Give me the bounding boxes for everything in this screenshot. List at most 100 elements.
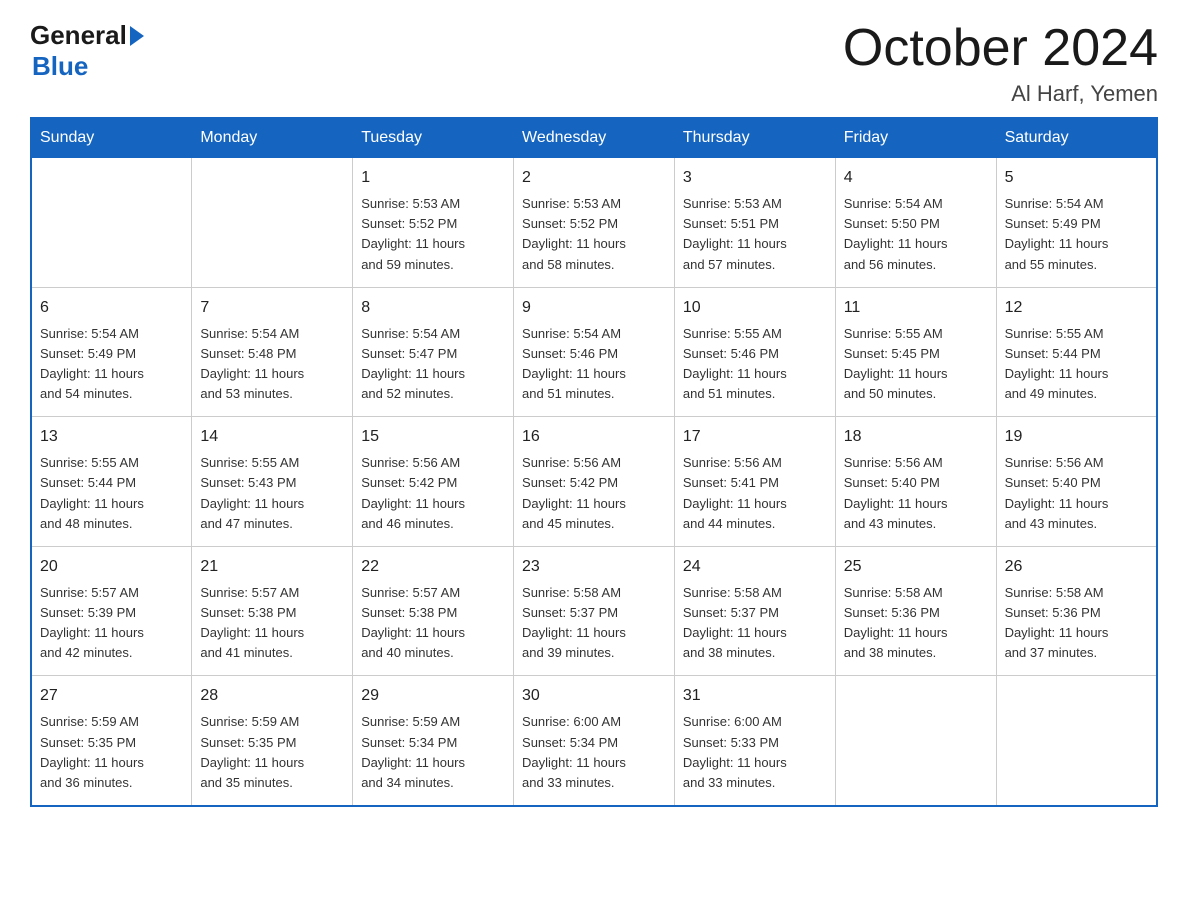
- calendar-day-cell: 24 Sunrise: 5:58 AM Sunset: 5:37 PM Dayli…: [674, 546, 835, 676]
- day-info: Sunrise: 5:59 AM Sunset: 5:34 PM Dayligh…: [361, 712, 505, 793]
- day-number: 26: [1005, 555, 1148, 579]
- day-number: 31: [683, 684, 827, 708]
- day-number: 10: [683, 296, 827, 320]
- day-number: 24: [683, 555, 827, 579]
- calendar-day-cell: [835, 676, 996, 806]
- calendar-day-header: Tuesday: [353, 118, 514, 158]
- day-info: Sunrise: 5:58 AM Sunset: 5:37 PM Dayligh…: [522, 583, 666, 664]
- calendar-day-cell: 30Sunrise: 6:00 AM Sunset: 5:34 PM Dayli…: [514, 676, 675, 806]
- day-number: 23: [522, 555, 666, 579]
- day-number: 15: [361, 425, 505, 449]
- day-info: Sunrise: 5:55 AM Sunset: 5:44 PM Dayligh…: [40, 453, 183, 534]
- calendar-week-row: 1 Sunrise: 5:53 AM Sunset: 5:52 PM Daylig…: [31, 158, 1157, 288]
- day-number: 21: [200, 555, 344, 579]
- day-number: 19: [1005, 425, 1148, 449]
- day-info: Sunrise: 5:53 AM Sunset: 5:52 PM Dayligh…: [361, 194, 505, 275]
- day-info: Sunrise: 5:55 AM Sunset: 5:46 PM Dayligh…: [683, 324, 827, 405]
- calendar-day-cell: 2 Sunrise: 5:53 AM Sunset: 5:52 PM Daylig…: [514, 158, 675, 288]
- day-info: Sunrise: 5:55 AM Sunset: 5:43 PM Dayligh…: [200, 453, 344, 534]
- day-number: 20: [40, 555, 183, 579]
- day-number: 27: [40, 684, 183, 708]
- calendar-table: SundayMondayTuesdayWednesdayThursdayFrid…: [30, 117, 1158, 807]
- calendar-day-cell: [996, 676, 1157, 806]
- calendar-day-cell: 9 Sunrise: 5:54 AM Sunset: 5:46 PM Daylig…: [514, 287, 675, 417]
- day-info: Sunrise: 5:59 AM Sunset: 5:35 PM Dayligh…: [200, 712, 344, 793]
- calendar-day-header: Wednesday: [514, 118, 675, 158]
- calendar-day-cell: 4 Sunrise: 5:54 AM Sunset: 5:50 PM Daylig…: [835, 158, 996, 288]
- day-info: Sunrise: 5:56 AM Sunset: 5:41 PM Dayligh…: [683, 453, 827, 534]
- page-header: General Blue October 2024 Al Harf, Yemen: [30, 20, 1158, 107]
- calendar-day-header: Friday: [835, 118, 996, 158]
- day-info: Sunrise: 5:54 AM Sunset: 5:50 PM Dayligh…: [844, 194, 988, 275]
- day-info: Sunrise: 5:58 AM Sunset: 5:36 PM Dayligh…: [1005, 583, 1148, 664]
- calendar-week-row: 20 Sunrise: 5:57 AM Sunset: 5:39 PM Dayli…: [31, 546, 1157, 676]
- logo-arrow-icon: [130, 26, 144, 46]
- day-number: 4: [844, 166, 988, 190]
- calendar-header-row: SundayMondayTuesdayWednesdayThursdayFrid…: [31, 118, 1157, 158]
- day-info: Sunrise: 5:53 AM Sunset: 5:51 PM Dayligh…: [683, 194, 827, 275]
- calendar-day-cell: 23 Sunrise: 5:58 AM Sunset: 5:37 PM Dayli…: [514, 546, 675, 676]
- day-info: Sunrise: 5:57 AM Sunset: 5:38 PM Dayligh…: [361, 583, 505, 664]
- day-number: 5: [1005, 166, 1148, 190]
- day-number: 16: [522, 425, 666, 449]
- day-number: 8: [361, 296, 505, 320]
- calendar-day-cell: 7 Sunrise: 5:54 AM Sunset: 5:48 PM Daylig…: [192, 287, 353, 417]
- day-number: 29: [361, 684, 505, 708]
- calendar-day-header: Saturday: [996, 118, 1157, 158]
- calendar-day-cell: 16 Sunrise: 5:56 AM Sunset: 5:42 PM Dayli…: [514, 417, 675, 547]
- calendar-day-cell: 10 Sunrise: 5:55 AM Sunset: 5:46 PM Dayli…: [674, 287, 835, 417]
- day-info: Sunrise: 5:54 AM Sunset: 5:48 PM Dayligh…: [200, 324, 344, 405]
- day-number: 25: [844, 555, 988, 579]
- calendar-week-row: 13 Sunrise: 5:55 AM Sunset: 5:44 PM Dayli…: [31, 417, 1157, 547]
- day-info: Sunrise: 5:54 AM Sunset: 5:47 PM Dayligh…: [361, 324, 505, 405]
- day-number: 1: [361, 166, 505, 190]
- calendar-week-row: 27 Sunrise: 5:59 AM Sunset: 5:35 PM Dayli…: [31, 676, 1157, 806]
- calendar-day-header: Sunday: [31, 118, 192, 158]
- day-number: 28: [200, 684, 344, 708]
- day-number: 6: [40, 296, 183, 320]
- day-info: Sunrise: 5:58 AM Sunset: 5:37 PM Dayligh…: [683, 583, 827, 664]
- calendar-day-cell: 12 Sunrise: 5:55 AM Sunset: 5:44 PM Dayli…: [996, 287, 1157, 417]
- day-number: 11: [844, 296, 988, 320]
- day-number: 9: [522, 296, 666, 320]
- calendar-day-header: Monday: [192, 118, 353, 158]
- calendar-day-cell: 17Sunrise: 5:56 AM Sunset: 5:41 PM Dayli…: [674, 417, 835, 547]
- calendar-day-cell: 28 Sunrise: 5:59 AM Sunset: 5:35 PM Dayli…: [192, 676, 353, 806]
- day-info: Sunrise: 5:55 AM Sunset: 5:44 PM Dayligh…: [1005, 324, 1148, 405]
- day-info: Sunrise: 5:53 AM Sunset: 5:52 PM Dayligh…: [522, 194, 666, 275]
- calendar-day-cell: 8 Sunrise: 5:54 AM Sunset: 5:47 PM Daylig…: [353, 287, 514, 417]
- day-info: Sunrise: 5:54 AM Sunset: 5:49 PM Dayligh…: [40, 324, 183, 405]
- day-info: Sunrise: 5:55 AM Sunset: 5:45 PM Dayligh…: [844, 324, 988, 405]
- calendar-day-header: Thursday: [674, 118, 835, 158]
- calendar-day-cell: 29 Sunrise: 5:59 AM Sunset: 5:34 PM Dayli…: [353, 676, 514, 806]
- calendar-day-cell: 3Sunrise: 5:53 AM Sunset: 5:51 PM Daylig…: [674, 158, 835, 288]
- day-number: 12: [1005, 296, 1148, 320]
- day-info: Sunrise: 5:54 AM Sunset: 5:49 PM Dayligh…: [1005, 194, 1148, 275]
- day-info: Sunrise: 5:56 AM Sunset: 5:40 PM Dayligh…: [844, 453, 988, 534]
- calendar-day-cell: [192, 158, 353, 288]
- logo-blue-text: Blue: [32, 51, 144, 82]
- day-info: Sunrise: 5:57 AM Sunset: 5:38 PM Dayligh…: [200, 583, 344, 664]
- logo-general-text: General: [30, 20, 127, 51]
- location-title: Al Harf, Yemen: [843, 81, 1158, 107]
- calendar-day-cell: 31Sunrise: 6:00 AM Sunset: 5:33 PM Dayli…: [674, 676, 835, 806]
- calendar-day-cell: 1 Sunrise: 5:53 AM Sunset: 5:52 PM Daylig…: [353, 158, 514, 288]
- calendar-day-cell: 26 Sunrise: 5:58 AM Sunset: 5:36 PM Dayli…: [996, 546, 1157, 676]
- day-info: Sunrise: 5:58 AM Sunset: 5:36 PM Dayligh…: [844, 583, 988, 664]
- day-number: 22: [361, 555, 505, 579]
- calendar-day-cell: 18Sunrise: 5:56 AM Sunset: 5:40 PM Dayli…: [835, 417, 996, 547]
- day-info: Sunrise: 5:56 AM Sunset: 5:42 PM Dayligh…: [361, 453, 505, 534]
- day-info: Sunrise: 5:59 AM Sunset: 5:35 PM Dayligh…: [40, 712, 183, 793]
- day-info: Sunrise: 5:54 AM Sunset: 5:46 PM Dayligh…: [522, 324, 666, 405]
- day-info: Sunrise: 5:57 AM Sunset: 5:39 PM Dayligh…: [40, 583, 183, 664]
- calendar-day-cell: 14 Sunrise: 5:55 AM Sunset: 5:43 PM Dayli…: [192, 417, 353, 547]
- day-info: Sunrise: 5:56 AM Sunset: 5:40 PM Dayligh…: [1005, 453, 1148, 534]
- day-number: 2: [522, 166, 666, 190]
- calendar-day-cell: 13 Sunrise: 5:55 AM Sunset: 5:44 PM Dayli…: [31, 417, 192, 547]
- day-number: 13: [40, 425, 183, 449]
- day-number: 7: [200, 296, 344, 320]
- calendar-day-cell: [31, 158, 192, 288]
- day-number: 14: [200, 425, 344, 449]
- day-info: Sunrise: 5:56 AM Sunset: 5:42 PM Dayligh…: [522, 453, 666, 534]
- calendar-day-cell: 6 Sunrise: 5:54 AM Sunset: 5:49 PM Daylig…: [31, 287, 192, 417]
